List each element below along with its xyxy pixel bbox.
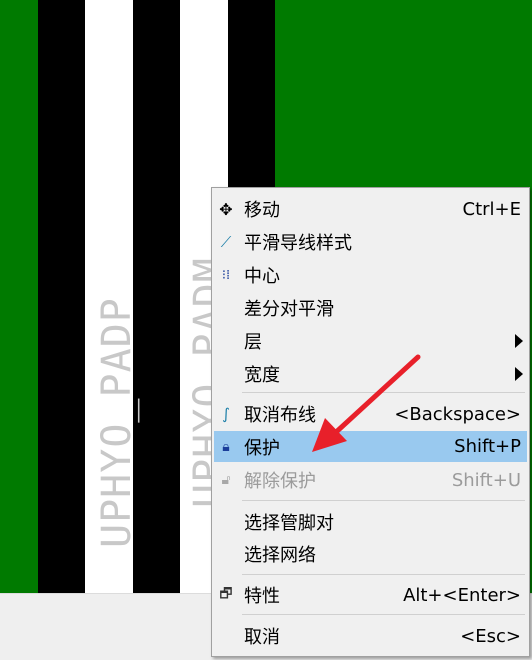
trace-black-2[interactable]	[133, 0, 180, 593]
menu-item-unprotect: 🔓︎ 解除保护 Shift+U	[214, 465, 527, 495]
submenu-arrow-icon	[515, 367, 523, 381]
menu-item-label: 取消布线	[244, 405, 316, 426]
menu-separator	[242, 500, 525, 501]
properties-icon: 🗗︎	[219, 586, 233, 602]
menu-item-shortcut: <Backspace>	[394, 403, 521, 425]
menu-item-label: 保护	[244, 437, 280, 459]
unlock-icon: 🔓︎	[221, 472, 231, 488]
lock-icon: 🔒︎	[222, 438, 230, 455]
menu-item-layer[interactable]: 层	[214, 326, 527, 356]
menu-item-label: 选择管脚对	[244, 513, 334, 534]
menu-item-shortcut: Ctrl+E	[462, 198, 521, 220]
trace-black-1[interactable]	[38, 0, 85, 593]
menu-item-label: 解除保护	[244, 471, 316, 492]
menu-item-center[interactable]: ⁝⁞ 中心	[214, 260, 527, 290]
unroute-icon: ∫	[222, 405, 230, 423]
menu-item-label: 移动	[244, 200, 280, 221]
menu-item-label: 特性	[244, 586, 280, 607]
menu-item-label: 宽度	[244, 365, 280, 386]
menu-item-label: 层	[244, 332, 262, 353]
menu-separator	[242, 614, 525, 615]
menu-item-label: 取消	[244, 627, 280, 648]
menu-separator	[242, 392, 525, 393]
menu-item-diff-pair-smooth[interactable]: 差分对平滑	[214, 293, 527, 323]
menu-item-width[interactable]: 宽度	[214, 359, 527, 389]
context-menu: ✥ 移动 Ctrl+E ⟋ 平滑导线样式 ⁝⁞ 中心 差分对平滑 层 宽度 ∫ …	[211, 187, 530, 657]
menu-item-label: 差分对平滑	[244, 299, 334, 320]
move-icon: ✥	[219, 199, 233, 219]
menu-item-unroute[interactable]: ∫ 取消布线 <Backspace>	[214, 399, 527, 429]
menu-item-shortcut: Alt+<Enter>	[403, 584, 521, 606]
menu-item-protect[interactable]: 🔒︎ 保护 Shift+P	[214, 431, 527, 462]
menu-item-properties[interactable]: 🗗︎ 特性 Alt+<Enter>	[214, 580, 527, 610]
menu-separator	[242, 574, 525, 575]
menu-item-shortcut: Shift+U	[451, 469, 521, 491]
pad-label-padp: UPHYO_PADP	[94, 297, 140, 548]
menu-item-select-net[interactable]: 选择网络	[214, 539, 527, 569]
smooth-trace-icon: ⟋	[220, 233, 232, 251]
menu-item-label: 选择网络	[244, 545, 316, 566]
menu-item-shortcut: Shift+P	[454, 436, 521, 457]
menu-item-cancel[interactable]: 取消 <Esc>	[214, 621, 527, 651]
menu-item-label: 平滑导线样式	[244, 233, 352, 254]
menu-item-select-pin-pair[interactable]: 选择管脚对	[214, 507, 527, 537]
menu-item-smooth-trace[interactable]: ⟋ 平滑导线样式	[214, 227, 527, 257]
menu-item-shortcut: <Esc>	[460, 625, 521, 647]
menu-item-move[interactable]: ✥ 移动 Ctrl+E	[214, 194, 527, 224]
menu-item-label: 中心	[244, 266, 280, 287]
submenu-arrow-icon	[515, 334, 523, 348]
center-icon: ⁝⁞	[221, 267, 231, 283]
